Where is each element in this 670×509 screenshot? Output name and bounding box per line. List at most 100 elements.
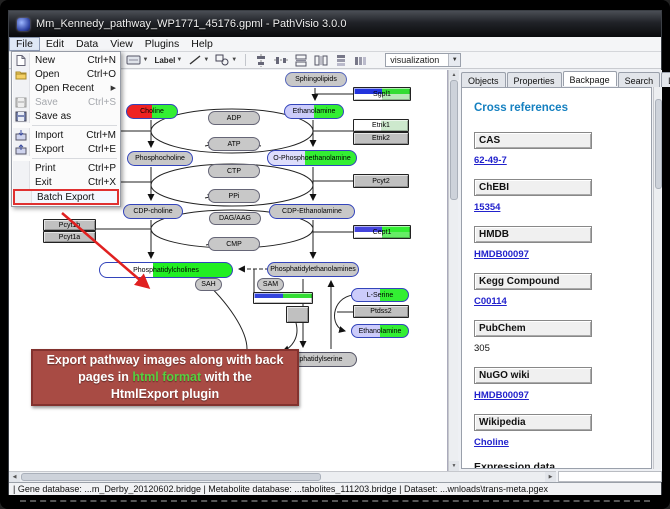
file-menu-item-print[interactable]: PrintCtrl+P [13, 161, 119, 175]
file-menu-item-open[interactable]: OpenCtrl+O [13, 67, 119, 81]
line-tool-button[interactable]: ▼ [186, 53, 211, 68]
node-ctp[interactable]: CTP [208, 164, 260, 178]
xref-link[interactable]: 15354 [474, 202, 500, 213]
node-etnk2[interactable]: Etnk2 [353, 132, 409, 145]
menu-item-label: Import [30, 130, 63, 141]
node-label: Sgpl1 [373, 91, 391, 98]
node-dag-aag[interactable]: DAG/AAG [209, 212, 261, 225]
xref-link[interactable]: Choline [474, 437, 509, 448]
node-hidden-gene-box[interactable] [286, 306, 309, 323]
node-cdp-ethanolamine[interactable]: CDP-Ethanolamine [269, 204, 355, 219]
scroll-right-icon[interactable]: ▶ [545, 472, 556, 482]
canvas-vertical-scrollbar[interactable]: ▲ ▼ [448, 70, 458, 471]
node-choline-top[interactable]: Choline [126, 104, 178, 119]
menu-item-shortcut: Ctrl+P [80, 163, 116, 174]
node-label: L-Serine [367, 292, 393, 299]
file-menu-item-export[interactable]: ExportCtrl+E [13, 142, 119, 156]
node-label: CDP-Ethanolamine [282, 208, 342, 215]
menu-data[interactable]: Data [70, 37, 104, 51]
align-horizontal-center-button[interactable] [252, 53, 270, 68]
file-menu-item-new[interactable]: NewCtrl+N [13, 53, 119, 67]
node-pcyt1a[interactable]: Pcyt1a [43, 231, 96, 243]
cross-references-list: CAS62-49-7ChEBI15354HMDBHMDB00097Kegg Co… [474, 132, 651, 448]
node-label: Pcyt1a [59, 234, 80, 241]
xref-link[interactable]: HMDB00097 [474, 390, 529, 401]
node-etnk1[interactable]: Etnk1 [353, 119, 409, 132]
node-pcyt2[interactable]: Pcyt2 [353, 174, 409, 188]
scroll-up-icon[interactable]: ▲ [449, 70, 459, 80]
xref-value-hmdb: HMDB00097 [474, 249, 651, 260]
menu-icon-blank [13, 175, 30, 189]
file-menu-item-save[interactable]: SaveCtrl+S [13, 95, 119, 109]
file-menu-item-batch-export[interactable]: Batch Export [13, 189, 119, 205]
node-pcyt1b[interactable]: Pcyt1b [43, 219, 96, 231]
tab-properties[interactable]: Properties [507, 72, 562, 87]
title-bar[interactable]: Mm_Kennedy_pathway_WP1771_45176.gpml - P… [9, 11, 661, 37]
menu-icon-blank [15, 191, 32, 203]
file-menu-item-open-recent[interactable]: Open Recent▶ [13, 81, 119, 95]
file-menu-item-import[interactable]: Import Ctrl+M [13, 128, 119, 142]
canvas-horizontal-scrollbar[interactable]: ◀ ▶ [9, 471, 556, 482]
set-common-height-button[interactable] [312, 53, 330, 68]
node-pemt-box[interactable] [253, 292, 313, 304]
chevron-down-icon: ▼ [176, 57, 182, 63]
xref-link[interactable]: C00114 [474, 296, 507, 307]
shape-tool-icon [215, 54, 230, 66]
xref-header-pubchem: PubChem [474, 320, 592, 337]
scrollbar-thumb[interactable] [655, 99, 662, 189]
node-sphingolipids[interactable]: Sphingolipids [285, 72, 347, 87]
scroll-left-icon[interactable]: ◀ [9, 472, 20, 482]
menu-plugins[interactable]: Plugins [139, 37, 185, 51]
node-phosphocholine[interactable]: Phosphocholine [127, 151, 193, 166]
file-menu-item-exit[interactable]: ExitCtrl+X [13, 175, 119, 189]
visualization-combobox[interactable]: visualization ▼ [385, 53, 461, 67]
align-vertical-center-button[interactable] [272, 53, 290, 68]
tab-search[interactable]: Search [618, 72, 661, 87]
set-common-width-button[interactable] [292, 53, 310, 68]
node-cmp[interactable]: CMP [208, 237, 260, 251]
node-cept1[interactable]: Cept1 [353, 225, 411, 239]
node-o-phosphoethanolamine[interactable]: O-Phosphoethanolamine [267, 150, 357, 166]
label-tool-button[interactable]: Label ▼ [152, 53, 184, 68]
chevron-down-icon: ▼ [143, 57, 149, 63]
chevron-down-icon[interactable]: ▼ [448, 54, 460, 66]
node-sah[interactable]: SAH [195, 278, 222, 291]
menu-item-shortcut: Ctrl+E [80, 144, 116, 155]
menu-help[interactable]: Help [185, 37, 219, 51]
stack-horizontal-button[interactable] [352, 53, 370, 68]
open-folder-icon [13, 67, 30, 81]
backpage-panel[interactable]: Cross references CAS62-49-7ChEBI15354HMD… [461, 87, 652, 469]
node-ppi[interactable]: PPi [208, 189, 260, 203]
import-icon [13, 128, 30, 142]
node-ethanolamine-bottom[interactable]: Ethanolamine [351, 324, 409, 338]
menu-edit[interactable]: Edit [40, 37, 70, 51]
gene-product-tool-button[interactable]: ▼ [124, 53, 151, 68]
tab-backpage[interactable]: Backpage [563, 71, 617, 86]
menu-view[interactable]: View [104, 37, 139, 51]
menu-item-shortcut: Ctrl+M [78, 130, 116, 141]
node-ptdss2[interactable]: Ptdss2 [353, 305, 409, 318]
node-cdp-choline[interactable]: CDP-choline [123, 204, 183, 219]
file-menu-item-save-as[interactable]: Save as [13, 109, 119, 123]
scroll-down-icon[interactable]: ▼ [449, 461, 459, 471]
node-phosphatidylethanolamines[interactable]: Phosphatidylethanolamines [267, 262, 359, 277]
menu-file[interactable]: File [9, 37, 40, 51]
scrollbar-thumb[interactable] [450, 80, 458, 200]
node-ethanolamine-top[interactable]: Ethanolamine [284, 104, 344, 119]
tab-objects[interactable]: Objects [461, 72, 506, 87]
node-sam[interactable]: SAM [257, 278, 284, 291]
node-atp[interactable]: ATP [208, 137, 260, 151]
visualization-value: visualization [390, 55, 439, 65]
node-label: O-Phosphoethanolamine [273, 155, 350, 162]
scrollbar-thumb[interactable] [21, 473, 321, 481]
stack-vertical-button[interactable] [332, 53, 350, 68]
shape-tool-button[interactable]: ▼ [213, 53, 239, 68]
panel-vertical-scrollbar[interactable] [653, 87, 662, 469]
xref-link[interactable]: 62-49-7 [474, 155, 507, 166]
node-sgpl1[interactable]: Sgpl1 [353, 87, 411, 101]
node-adp[interactable]: ADP [208, 111, 260, 125]
node-phosphatidylcholines[interactable]: Phosphatidylcholines [99, 262, 233, 278]
tab-legend[interactable]: Legend [661, 72, 670, 87]
xref-link[interactable]: HMDB00097 [474, 249, 529, 260]
node-l-serine[interactable]: L-Serine [351, 288, 409, 302]
